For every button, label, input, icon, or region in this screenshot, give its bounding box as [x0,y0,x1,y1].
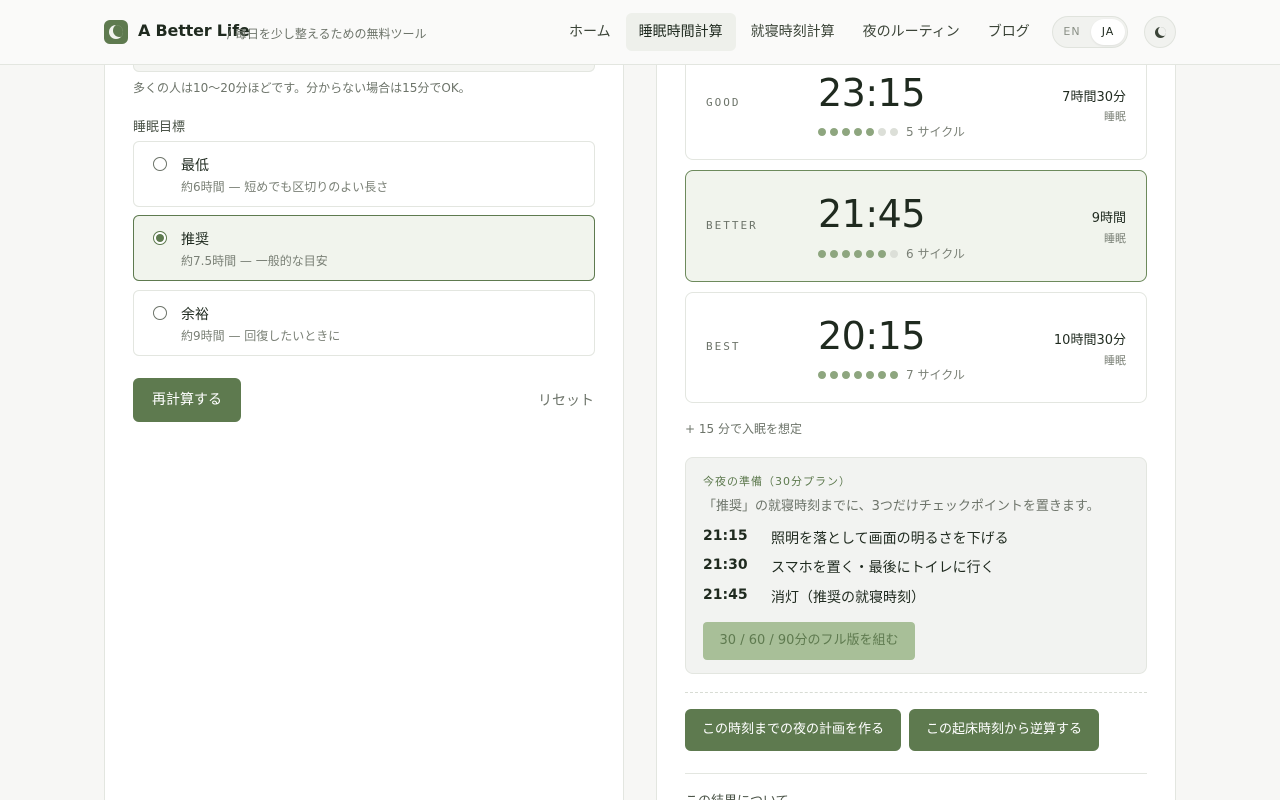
create-night-plan-button[interactable]: この時刻までの夜の計画を作る [685,709,901,751]
nav-bedtime-calculator[interactable]: 就寝時刻計算 [738,13,848,51]
cycle-dot-filled [866,250,874,258]
cycle-dot-filled [878,371,886,379]
lang-en-button[interactable]: EN [1055,19,1089,45]
sleep-duration: 9時間 [1091,211,1126,226]
full-plan-button[interactable]: 30 / 60 / 90分のフル版を組む [703,622,915,660]
cycle-dot-filled [818,250,826,258]
cycle-dot-filled [854,128,862,136]
option-description: 約6時間 — 短めでも区切りのよい長さ [181,180,389,194]
plan-time: 21:30 [703,557,748,573]
plan-time: 21:45 [703,587,748,603]
sleep-duration-label: 睡眠 [1104,110,1126,123]
recalculate-button[interactable]: 再計算する [133,378,241,422]
main-nav: ホーム 睡眠時間計算 就寝時刻計算 夜のルーティン ブログ [556,13,1043,51]
cycle-dot-filled [866,371,874,379]
language-toggle: EN JA [1052,16,1128,48]
cycle-dots [818,128,898,136]
cycle-dot-filled [830,128,838,136]
cycle-dot-filled [890,371,898,379]
moon-logo-icon[interactable] [104,20,128,44]
cycle-count: 5 サイクル [906,125,965,139]
cycle-dot-filled [854,371,862,379]
tonight-plan-box: 今夜の準備（30分プラン） 「推奨」の就寝時刻までに、3つだけチェックポイントを… [685,457,1147,674]
cycle-count: 7 サイクル [906,368,965,382]
bedtime-value: 23:15 [818,71,926,115]
site-header: A Better Life / 毎日を少し整えるための無料ツール ホーム 睡眠時… [0,0,1280,65]
plan-step: 消灯（推奨の就寝時刻） [771,590,925,606]
sleep-duration-label: 睡眠 [1104,232,1126,245]
nav-blog[interactable]: ブログ [975,13,1043,51]
bedtime-value: 20:15 [818,314,926,358]
plan-description: 「推奨」の就寝時刻までに、3つだけチェックポイントを置きます。 [703,499,1100,514]
result-label: BEST [706,340,741,353]
radio-button[interactable] [153,306,167,320]
cycle-dot-filled [818,128,826,136]
goal-option-generous[interactable]: 余裕 約9時間 — 回復したいときに [133,290,595,356]
option-title: 余裕 [181,307,209,323]
cycle-dot-filled [866,128,874,136]
cycle-dots [818,250,898,258]
cycle-dot-filled [842,128,850,136]
sleep-duration-label: 睡眠 [1104,354,1126,367]
nav-sleep-calculator[interactable]: 睡眠時間計算 [625,13,736,51]
brand-tagline: / 毎日を少し整えるための無料ツール [227,27,427,41]
moon-icon [1155,27,1166,38]
option-title: 推奨 [181,232,209,248]
sleep-duration: 10時間30分 [1053,333,1126,348]
divider [685,692,1147,693]
goal-option-recommended[interactable]: 推奨 約7.5時間 — 一般的な目安 [133,215,595,281]
cycle-dot-filled [842,371,850,379]
cycle-dot-filled [830,250,838,258]
result-card-better[interactable]: BETTER 21:45 6 サイクル 9時間 睡眠 [685,170,1147,282]
sleep-duration: 7時間30分 [1062,90,1126,105]
result-card-best[interactable]: BEST 20:15 7 サイクル 10時間30分 睡眠 [685,292,1147,403]
sleep-onset-note: + 15 分で入眠を想定 [685,422,802,436]
cycle-dots [818,371,898,379]
lang-ja-button[interactable]: JA [1091,19,1125,45]
theme-toggle-button[interactable] [1144,16,1176,48]
plan-time: 21:15 [703,528,748,544]
cycle-dot-filled [842,250,850,258]
nav-night-routine[interactable]: 夜のルーティン [850,13,973,51]
reverse-calc-button[interactable]: この起床時刻から逆算する [909,709,1099,751]
about-result-heading: この結果について [685,790,789,800]
divider [685,773,1147,774]
cycle-dot-filled [818,371,826,379]
cycle-dot-filled [854,250,862,258]
reset-button[interactable]: リセット [538,390,594,410]
result-label: GOOD [706,96,741,109]
cycle-dot-filled [830,371,838,379]
cycle-dot-empty [890,128,898,136]
result-label: BETTER [706,219,758,232]
cycle-dot-empty [878,128,886,136]
option-description: 約7.5時間 — 一般的な目安 [181,254,328,268]
bedtime-value: 21:45 [818,192,926,236]
plan-step: スマホを置く・最後にトイレに行く [771,560,995,576]
option-title: 最低 [181,158,209,174]
radio-button[interactable] [153,157,167,171]
plan-title: 今夜の準備（30分プラン） [703,475,851,488]
goal-option-minimum[interactable]: 最低 約6時間 — 短めでも区切りのよい長さ [133,141,595,207]
cycle-dot-empty [890,250,898,258]
plan-step: 照明を落として画面の明るさを下げる [771,531,1009,547]
onset-hint: 多くの人は10〜20分ほどです。分からない場合は15分でOK。 [133,81,471,95]
sleep-goal-label: 睡眠目標 [133,120,186,135]
cycle-dot-filled [878,250,886,258]
nav-home[interactable]: ホーム [556,13,624,51]
option-description: 約9時間 — 回復したいときに [181,329,341,343]
radio-button-selected[interactable] [153,231,167,245]
cycle-count: 6 サイクル [906,247,965,261]
